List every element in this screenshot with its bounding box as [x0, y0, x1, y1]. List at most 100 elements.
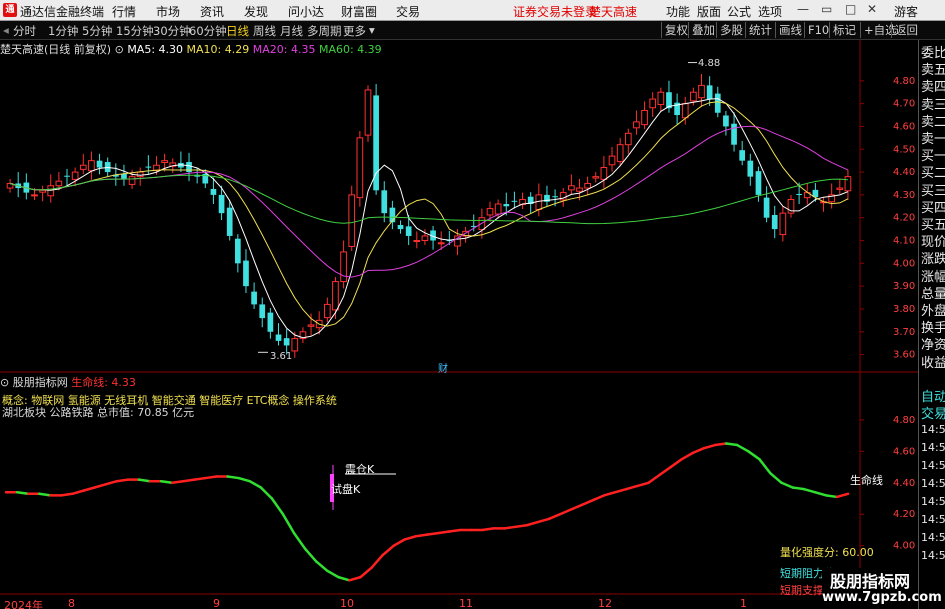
life-line-segment [614, 487, 628, 494]
main-axis-tick-label: 4.70 [893, 99, 915, 110]
life-line-segment [603, 490, 617, 497]
side-panel-item: 外盘 [921, 304, 945, 319]
tick-time-item: 14:56 [921, 513, 945, 526]
life-line-segment [93, 483, 107, 489]
guest-login[interactable]: 游客 [894, 3, 918, 20]
indicator-settings-icon[interactable]: ⊙ [0, 376, 13, 389]
candle-up [690, 91, 697, 102]
menu-market[interactable]: 市场 [156, 3, 180, 20]
menu-news[interactable]: 资讯 [200, 3, 224, 20]
test-k-annotation: 试盘K [331, 483, 361, 496]
candle-down [552, 196, 558, 198]
candle-up [79, 164, 87, 170]
candle-up [616, 144, 624, 163]
candle-up [576, 187, 583, 192]
chart-area[interactable]: 4.80 4.70 4.60 4.50 4.40 4.30 4.20 4.10 4.00 3.90… [0, 40, 918, 609]
menu-functions[interactable]: 功能 [666, 3, 690, 20]
candle-down [503, 204, 510, 207]
candle-up [153, 164, 160, 171]
btn-multi-stock[interactable]: 多股 [716, 22, 746, 38]
period-tab-multi[interactable]: 多周期 [307, 23, 342, 39]
candle-down [747, 160, 754, 177]
menu-formula[interactable]: 公式 [727, 3, 751, 20]
tick-time-item: 14:56 [921, 495, 945, 508]
life-line-segment [381, 544, 396, 557]
btn-draw-line[interactable]: 画线 [775, 22, 805, 38]
period-tab-timeshare[interactable]: 分时 [13, 23, 36, 39]
life-line-segment [447, 528, 462, 533]
auto-trade-item[interactable]: 交易 [921, 403, 945, 422]
restore-icon[interactable]: ▭ [821, 2, 832, 16]
life-line-segment [159, 479, 174, 485]
btn-statistics[interactable]: 统计 [745, 22, 775, 38]
candle-up [494, 203, 502, 215]
moving-averages [9, 98, 849, 339]
period-tab-60min[interactable]: 60分钟 [189, 23, 227, 39]
more-dropdown-icon[interactable]: ▾ [369, 23, 375, 37]
menu-ask-assistant[interactable]: 问小达 [288, 3, 324, 20]
indicator-axis-tick-label: 4.40 [893, 478, 915, 489]
menu-layout[interactable]: 版面 [697, 3, 721, 20]
side-panel-item: 卖四 [921, 80, 945, 96]
life-line-segment [303, 547, 318, 563]
menu-market-quotes[interactable]: 行情 [112, 3, 136, 20]
life-line-segment [481, 527, 495, 532]
close-icon[interactable]: ✕ [867, 2, 877, 16]
candle-up [88, 160, 95, 172]
menu-wealth-circle[interactable]: 财富圈 [341, 3, 377, 20]
period-tab-weekly[interactable]: 周线 [253, 23, 276, 39]
tick-time-item: 14:56 [921, 531, 945, 544]
life-line-segment [536, 517, 551, 524]
period-tab-daily[interactable]: 日线 [226, 23, 249, 39]
btn-back[interactable]: 返回 [891, 22, 921, 38]
login-notice[interactable]: 证券交易未登录 [513, 3, 597, 20]
candle-up [649, 98, 657, 109]
life-line-segment [547, 512, 562, 521]
btn-overlay[interactable]: 叠加 [688, 22, 718, 38]
candle-down [145, 166, 152, 168]
life-line-segment [514, 523, 528, 529]
date-label-nov: 11 [459, 597, 473, 609]
maximize-icon[interactable]: □ [845, 2, 856, 16]
btn-f10[interactable]: F10 [804, 22, 832, 38]
period-tab-more[interactable]: 更多 [343, 23, 366, 39]
life-line-segment [248, 479, 263, 489]
period-tab-30min[interactable]: 30分钟 [153, 23, 191, 39]
candle-down [210, 188, 217, 195]
candle-up [55, 180, 63, 187]
life-line-segment [647, 473, 661, 485]
menu-options[interactable]: 选项 [758, 3, 782, 20]
btn-adjust[interactable]: 复权 [661, 22, 691, 38]
ma5-line [9, 98, 849, 339]
candle-up [291, 338, 299, 352]
life-line-segment [204, 475, 218, 480]
period-tab-1min[interactable]: 1分钟 [48, 23, 78, 39]
life-line-segment [259, 486, 274, 500]
candle-up [356, 137, 364, 199]
btn-mark[interactable]: 标记 [829, 22, 859, 38]
financial-report-marker[interactable]: 财 [438, 360, 448, 375]
indicator-axis-tick-label: 4.80 [893, 415, 915, 426]
watermark-url: www.7gpzb.com [822, 590, 942, 605]
menu-discover[interactable]: 发现 [244, 3, 268, 20]
life-line-segment [314, 560, 329, 573]
candle-up [657, 91, 665, 106]
period-tab-monthly[interactable]: 月线 [280, 23, 303, 39]
life-line-segment [580, 498, 595, 507]
indicator-name: 股朋指标网 [12, 376, 68, 389]
tick-time-item: 14:56 [921, 477, 945, 490]
minimize-icon[interactable]: — [797, 2, 809, 16]
toolbar-arrow-icon[interactable]: ◂ [3, 23, 9, 37]
life-line-segment [591, 494, 606, 502]
life-line-segment [104, 479, 119, 486]
main-axis-tick-label: 4.60 [893, 121, 915, 132]
period-tab-5min[interactable]: 5分钟 [82, 23, 112, 39]
period-tab-15min[interactable]: 15分钟 [116, 23, 154, 39]
tick-time-item: 14:56 [921, 423, 945, 436]
menu-trade[interactable]: 交易 [396, 3, 420, 20]
life-line-segment [137, 478, 152, 483]
main-axis-tick-label: 4.20 [893, 213, 915, 224]
tick-time-item: 14:56 [921, 441, 945, 454]
life-line-segment [292, 531, 307, 551]
side-panel-item: 委比 [921, 46, 945, 61]
